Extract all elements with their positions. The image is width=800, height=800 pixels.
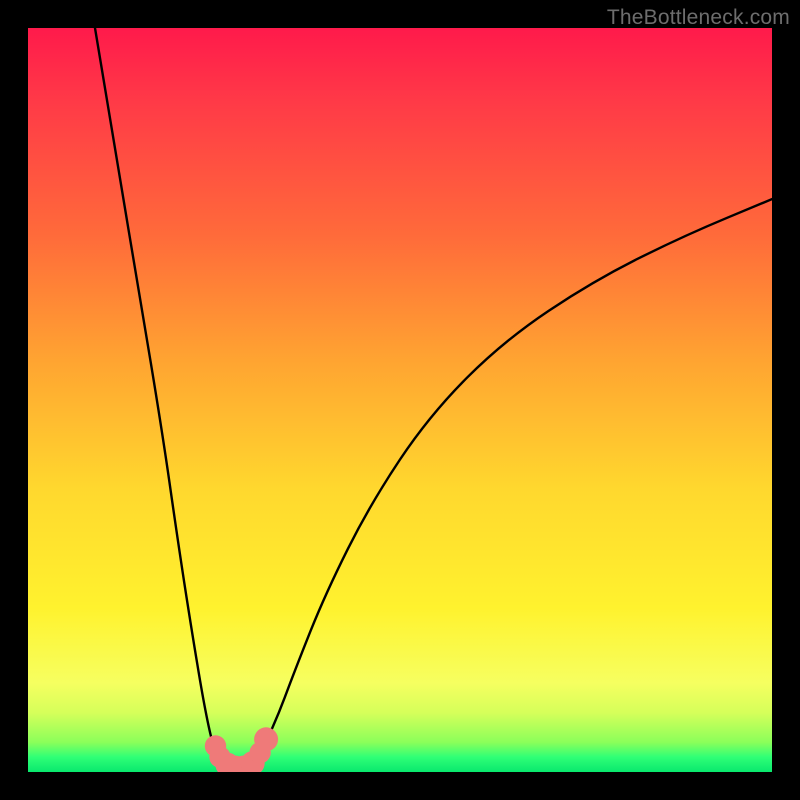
- marker-group: [205, 727, 278, 772]
- marker-dot: [254, 727, 278, 751]
- chart-plot-area: [28, 28, 772, 772]
- watermark-text: TheBottleneck.com: [607, 6, 790, 30]
- curve-right-branch: [259, 199, 772, 757]
- curve-left-branch: [95, 28, 221, 765]
- chart-svg: [28, 28, 772, 772]
- chart-frame: TheBottleneck.com: [0, 0, 800, 800]
